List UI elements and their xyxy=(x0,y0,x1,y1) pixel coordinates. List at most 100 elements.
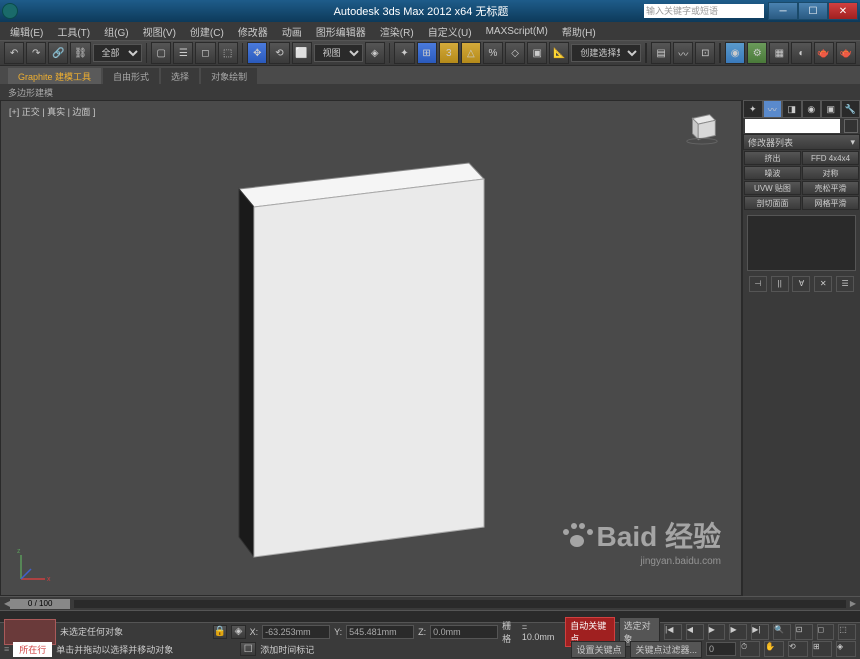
configure-sets-icon[interactable]: ☰ xyxy=(836,276,854,292)
material-editor-icon[interactable]: ◉ xyxy=(725,42,745,64)
y-coord-input[interactable] xyxy=(346,625,414,639)
play-icon[interactable]: ▶ xyxy=(708,624,726,640)
layer-manager-icon[interactable]: ▤ xyxy=(651,42,671,64)
modifier-btn-2[interactable]: 噪波 xyxy=(744,166,801,180)
select-icon[interactable]: ▢ xyxy=(151,42,171,64)
align-icon[interactable]: 📐 xyxy=(549,42,569,64)
close-button[interactable]: ✕ xyxy=(828,2,858,20)
z-coord-input[interactable] xyxy=(430,625,498,639)
time-config-icon[interactable]: ⏱ xyxy=(740,641,760,657)
pan-icon[interactable]: ✋ xyxy=(764,641,784,657)
render-setup-icon[interactable]: ⚙ xyxy=(747,42,767,64)
modifier-btn-7[interactable]: 网格平滑 xyxy=(802,196,859,210)
modifier-btn-5[interactable]: 壳松平滑 xyxy=(802,181,859,195)
time-slider[interactable]: 0 / 100 xyxy=(10,599,70,609)
viewcube-icon[interactable] xyxy=(683,107,721,145)
ribbon-tab-graphite[interactable]: Graphite 建模工具 xyxy=(8,68,101,84)
select-region-icon[interactable]: ◻ xyxy=(195,42,215,64)
window-crossing-icon[interactable]: ⬚ xyxy=(218,42,238,64)
render-icon[interactable]: 🫖 xyxy=(836,42,856,64)
menu-customize[interactable]: 自定义(U) xyxy=(422,22,478,41)
modifier-list-dropdown[interactable]: 修改器列表▾ xyxy=(743,134,860,150)
minimize-button[interactable]: ─ xyxy=(768,2,798,20)
schematic-view-icon[interactable]: ⊡ xyxy=(695,42,715,64)
cmd-tab-modify-icon[interactable]: 〰 xyxy=(763,100,783,118)
menu-views[interactable]: 视图(V) xyxy=(137,22,182,41)
modifier-btn-6[interactable]: 剖切面面 xyxy=(744,196,801,210)
cmd-tab-utilities-icon[interactable]: 🔧 xyxy=(841,100,860,118)
current-frame-input[interactable] xyxy=(706,642,736,656)
show-end-result-icon[interactable]: || xyxy=(771,276,789,292)
modifier-btn-4[interactable]: UVW 贴图 xyxy=(744,181,801,195)
app-icon[interactable] xyxy=(2,3,18,19)
time-ruler[interactable] xyxy=(0,610,860,622)
angle-snap-icon[interactable]: 3 xyxy=(439,42,459,64)
spinner-snap-icon[interactable]: % xyxy=(483,42,503,64)
viewport-object-box[interactable] xyxy=(219,159,499,579)
object-name-input[interactable] xyxy=(745,119,840,133)
set-key-button[interactable]: 设置关键点 xyxy=(571,641,626,658)
viewport[interactable]: [+] 正交 | 真实 | 边面 ] z x xyxy=(0,100,742,596)
menu-group[interactable]: 组(G) xyxy=(98,22,134,41)
object-color-swatch[interactable] xyxy=(844,119,858,133)
next-frame-icon[interactable]: ▶ xyxy=(729,624,747,640)
unlink-icon[interactable]: ⛓ xyxy=(70,42,90,64)
menu-graph-editors[interactable]: 图形编辑器 xyxy=(310,22,372,41)
cmd-tab-display-icon[interactable]: ▣ xyxy=(821,100,841,118)
modifier-stack[interactable] xyxy=(747,215,856,271)
menu-maxscript[interactable]: MAXScript(M) xyxy=(480,24,554,39)
menu-edit[interactable]: 编辑(E) xyxy=(4,22,49,41)
selection-filter-combo[interactable]: 全部 xyxy=(93,44,142,62)
cmd-tab-hierarchy-icon[interactable]: ◨ xyxy=(782,100,802,118)
min-max-toggle-icon[interactable]: ⊞ xyxy=(812,641,832,657)
mirror-icon[interactable]: ▣ xyxy=(527,42,547,64)
redo-icon[interactable]: ↷ xyxy=(26,42,46,64)
manipulate-icon[interactable]: ✦ xyxy=(394,42,414,64)
modifier-btn-3[interactable]: 对称 xyxy=(802,166,859,180)
goto-start-icon[interactable]: |◀ xyxy=(664,624,682,640)
goto-end-icon[interactable]: ▶| xyxy=(751,624,769,640)
render-frame-icon[interactable]: ▦ xyxy=(769,42,789,64)
select-rotate-icon[interactable]: ⟲ xyxy=(269,42,289,64)
menu-animation[interactable]: 动画 xyxy=(276,22,308,41)
use-center-icon[interactable]: ◈ xyxy=(365,42,385,64)
menu-tools[interactable]: 工具(T) xyxy=(51,22,96,41)
select-scale-icon[interactable]: ⬜ xyxy=(292,42,312,64)
abs-transform-icon[interactable]: ◈ xyxy=(231,625,245,639)
help-search-input[interactable]: 输入关键字或短语 xyxy=(644,4,764,18)
menu-help[interactable]: 帮助(H) xyxy=(556,22,602,41)
ref-coord-combo[interactable]: 视图 xyxy=(314,44,363,62)
menu-modifiers[interactable]: 修改器 xyxy=(232,22,274,41)
lock-selection-icon[interactable]: 🔒 xyxy=(213,625,227,639)
ribbon-tab-object-paint[interactable]: 对象绘制 xyxy=(201,68,257,84)
key-filters-button[interactable]: 关键点过滤器... xyxy=(630,641,702,658)
teapot-icon[interactable]: 🫖 xyxy=(814,42,834,64)
maximize-button[interactable]: ☐ xyxy=(798,2,828,20)
isolate-icon[interactable]: ☐ xyxy=(240,642,256,656)
undo-icon[interactable]: ↶ xyxy=(4,42,24,64)
ribbon-tab-selection[interactable]: 选择 xyxy=(161,68,199,84)
viewport-nav-icon[interactable]: ◈ xyxy=(836,641,856,657)
curve-editor-icon[interactable]: 〰 xyxy=(673,42,693,64)
render-production-icon[interactable]: ◐ xyxy=(791,42,811,64)
x-coord-input[interactable] xyxy=(262,625,330,639)
time-track[interactable] xyxy=(74,600,846,608)
make-unique-icon[interactable]: ∀ xyxy=(792,276,810,292)
zoom-all-icon[interactable]: ⊡ xyxy=(795,624,813,640)
cmd-tab-create-icon[interactable]: ✦ xyxy=(743,100,763,118)
snap-toggle-icon[interactable]: ⊞ xyxy=(417,42,437,64)
zoom-extents-icon[interactable]: ◻ xyxy=(817,624,835,640)
remove-modifier-icon[interactable]: ✕ xyxy=(814,276,832,292)
add-time-tag[interactable]: 添加时间标记 xyxy=(260,643,430,656)
menu-rendering[interactable]: 渲染(R) xyxy=(374,22,420,41)
fov-icon[interactable]: ⬚ xyxy=(838,624,856,640)
select-move-icon[interactable]: ✥ xyxy=(247,42,267,64)
select-name-icon[interactable]: ☰ xyxy=(173,42,193,64)
menu-create[interactable]: 创建(C) xyxy=(184,22,230,41)
ribbon-tab-freeform[interactable]: 自由形式 xyxy=(103,68,159,84)
zoom-icon[interactable]: 🔍 xyxy=(773,624,791,640)
orbit-icon[interactable]: ⟲ xyxy=(788,641,808,657)
modifier-btn-0[interactable]: 挤出 xyxy=(744,151,801,165)
percent-snap-icon[interactable]: △ xyxy=(461,42,481,64)
prev-frame-icon[interactable]: ◀ xyxy=(686,624,704,640)
